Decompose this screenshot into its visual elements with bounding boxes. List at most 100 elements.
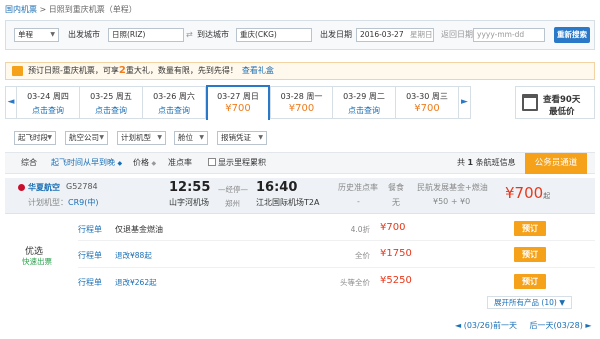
chevron-down-icon: ▼ [50,31,55,38]
list-item: 行程单 退改¥88起 全价 ¥1750 预订 [0,242,600,268]
calendar-90-line1: 查看90天 [543,95,581,105]
plane-type: 计划机型：CR9(中) [28,197,98,208]
trip-type-select[interactable]: 单程 ▼ [14,28,59,42]
show-all-products-button[interactable]: 展开所有产品 (10) ▼ [487,296,572,309]
date-tab-price: 点击查询 [95,106,127,115]
prev-day-link[interactable]: ◄ (03/26)前一天 [455,321,517,330]
flight-count-prefix: 共 [457,158,465,167]
cabin-desc: 仅退基金燃油 [115,225,163,234]
tax-value: ¥50 + ¥0 [433,197,471,206]
filter-plane-type[interactable]: 计划机型 ▼ [117,131,166,145]
lowest-price-value: ¥700 [505,184,544,202]
depart-time: 12:55 [169,180,211,195]
date-tab-price: ¥700 [288,103,315,114]
airline-logo-icon [18,184,25,191]
date-tab-price: 点击查询 [158,106,190,115]
cabin-price: ¥1750 [380,248,412,259]
from-city-input[interactable]: 日照(RIZ) [108,28,184,42]
filter-label: 计划机型 [121,133,151,142]
sort-depart-label: 起飞时间从早到晚 [51,158,115,167]
chevron-down-icon: ▼ [99,134,104,141]
date-bar: ◄ 03-24 周四 点击查询 03-25 周五 点击查询 03-26 周六 点… [5,85,595,120]
ontime-label: 历史准点率 [338,183,378,192]
promo-count: 2 [118,65,126,76]
filter-airline[interactable]: 航空公司 ▼ [65,131,108,145]
cabin-type: 行程单 [78,225,102,234]
book-button[interactable]: 预订 [514,274,546,289]
to-city-input[interactable]: 重庆(CKG) [236,28,312,42]
date-tab[interactable]: 03-28 周一 ¥700 [270,86,333,119]
sort-arrow-icon: ◆ [117,160,123,167]
date-tab-price: 点击查询 [348,106,380,115]
list-item: 行程单 仅退基金燃油 4.0折 ¥700 预订 [0,215,600,241]
date-next-arrow[interactable]: ► [459,86,471,119]
sort-price[interactable]: 价格 ◆ [133,153,156,174]
search-button[interactable]: 重新搜索 [554,27,590,43]
return-label: 返回日期 [441,30,473,39]
airline-name: 华夏航空 [28,183,60,192]
flight-number: G52784 [66,182,98,191]
sort-bar: 综合 起飞时间从早到晚 ◆ 价格 ◆ 准点率 显示里程累积 共 1 条航班信息 … [5,152,595,174]
cabin-price: ¥5250 [380,275,412,286]
date-tab[interactable]: 03-24 周四 点击查询 [17,86,80,119]
date-tab-price: ¥700 [414,103,440,114]
swap-icon[interactable]: ⇄ [186,28,193,42]
show-miles-toggle[interactable]: 显示里程累积 [208,153,266,173]
tax-label: 民航发展基金+燃油 [417,183,488,192]
next-day-link[interactable]: 后一天(03/28) ► [530,321,592,330]
lowest-price: ¥700起 [505,184,550,202]
book-button[interactable]: 预订 [514,247,546,262]
date-tab-price: 点击查询 [32,106,64,115]
promo-link[interactable]: 查看礼盒 [242,66,274,75]
chevron-down-icon: ▼ [199,134,204,141]
stop-label-text: 经停 [225,185,241,194]
sort-depart-time[interactable]: 起飞时间从早到晚 ◆ [51,153,122,174]
breadcrumb-home-link[interactable]: 国内机票 [5,5,37,14]
date-prev-arrow[interactable]: ◄ [5,86,17,119]
sort-ontime[interactable]: 准点率 [168,153,192,173]
show-miles-label: 显示里程累积 [218,158,266,167]
date-tab-price: ¥700 [225,103,251,114]
chevron-down-icon: ▼ [258,134,263,141]
book-button[interactable]: 预订 [514,221,546,236]
chevron-down-icon: ▼ [157,134,162,141]
calendar-icon [522,94,538,111]
depart-date-input[interactable]: 2016-03-27 星期日 [356,28,434,42]
date-tab[interactable]: 03-30 周三 ¥700 [396,86,459,119]
arrive-time: 16:40 [256,180,298,195]
to-label: 到达城市 [197,30,229,39]
flight-count-suffix: 条航班信息 [475,158,516,167]
stop-city: 郑州 [225,199,240,208]
date-tab-date: 03-26 周六 [153,92,195,101]
filter-bar: 起飞时段 ▼ 航空公司 ▼ 计划机型 ▼ 舱位 ▼ 报销凭证 ▼ [14,131,574,145]
filter-voucher[interactable]: 报销凭证 ▼ [217,131,267,145]
list-item: 行程单 退改¥262起 头等全价 ¥5250 预订 [0,269,600,295]
flight-summary: 华夏航空 G52784 计划机型：CR9(中) 12:55 山字河机场 —经停—… [5,178,595,214]
depart-airport: 山字河机场 [169,198,209,207]
filter-cabin[interactable]: 舱位 ▼ [174,131,208,145]
breadcrumb: 国内机票 > 日照到重庆机票（单程） [5,4,137,16]
date-tab[interactable]: 03-25 周五 点击查询 [80,86,143,119]
stop-label: —经停— [218,185,248,194]
gov-channel-button[interactable]: 公务员通道 [525,153,587,174]
gift-icon [12,66,23,76]
return-date-input[interactable]: yyyy-mm-dd [473,28,545,42]
cabin-refund-link[interactable]: 退改¥262起 [115,277,157,288]
date-tab-active[interactable]: 03-27 周日 ¥700 [206,85,270,120]
depart-weekday: 星期日 [409,30,433,39]
plane-type-value[interactable]: CR9(中) [68,198,98,207]
breadcrumb-separator: > [39,5,47,14]
flight-count: 共 1 条航班信息 [457,153,516,173]
sort-overall[interactable]: 综合 [21,153,37,173]
date-tab-date: 03-25 周五 [90,92,132,101]
calendar-90-line2: 最低价 [549,107,575,117]
date-tab[interactable]: 03-26 周六 点击查询 [143,86,206,119]
cabin-refund-link[interactable]: 退改¥88起 [115,250,152,261]
calendar-90-button[interactable]: 查看90天 最低价 [515,86,595,119]
flight-count-number: 1 [467,158,474,167]
checkbox-icon [208,158,216,166]
date-tab[interactable]: 03-29 周二 点击查询 [333,86,396,119]
filter-label: 起飞时段 [18,133,48,142]
cabin-type: 行程单 [78,251,102,260]
filter-depart-time[interactable]: 起飞时段 ▼ [14,131,56,145]
